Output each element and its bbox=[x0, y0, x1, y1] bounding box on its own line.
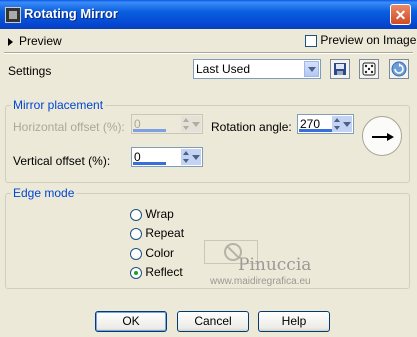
spin-down-icon[interactable] bbox=[181, 157, 191, 165]
window-title: Rotating Mirror bbox=[24, 6, 118, 21]
chevron-down-icon[interactable] bbox=[191, 116, 201, 132]
vertical-offset-label: Vertical offset (%): bbox=[13, 154, 111, 168]
checkbox-box[interactable] bbox=[305, 34, 317, 47]
chevron-down-icon[interactable] bbox=[191, 149, 201, 165]
title-bar: Rotating Mirror ✕ bbox=[0, 0, 417, 29]
edge-option-wrap[interactable]: Wrap bbox=[130, 207, 174, 221]
preview-on-image-label: Preview on Image bbox=[320, 33, 417, 47]
spin-up-icon[interactable] bbox=[332, 116, 342, 124]
chevron-down-icon[interactable] bbox=[342, 116, 352, 132]
spin-up-icon[interactable] bbox=[181, 149, 191, 157]
divider bbox=[4, 52, 413, 54]
chevron-down-icon[interactable] bbox=[304, 61, 319, 77]
edge-option-label: Wrap bbox=[145, 207, 174, 221]
close-button[interactable]: ✕ bbox=[390, 4, 411, 25]
spin-up-icon[interactable] bbox=[181, 116, 191, 124]
edge-option-repeat[interactable]: Repeat bbox=[130, 226, 184, 240]
cancel-button[interactable]: Cancel bbox=[177, 311, 249, 332]
preset-value: Last Used bbox=[196, 62, 251, 76]
reset-button[interactable] bbox=[389, 59, 409, 79]
save-preset-button[interactable] bbox=[330, 59, 350, 79]
rotation-angle-dial[interactable] bbox=[362, 116, 402, 156]
preset-select[interactable]: Last Used bbox=[193, 59, 321, 79]
radio-button[interactable] bbox=[130, 208, 142, 221]
radio-button[interactable] bbox=[130, 247, 142, 260]
save-preset-icon bbox=[334, 63, 346, 75]
mirror-placement-label: Mirror placement bbox=[11, 98, 106, 112]
radio-button[interactable] bbox=[130, 227, 142, 240]
spin-down-icon[interactable] bbox=[181, 124, 191, 132]
value-slider-bar bbox=[299, 129, 332, 132]
spin-buttons[interactable] bbox=[332, 116, 352, 132]
value-slider-bar bbox=[133, 129, 166, 132]
edge-option-label: Reflect bbox=[145, 265, 183, 279]
watermark-url: www.maidiregrafica.eu bbox=[210, 276, 311, 287]
spin-buttons[interactable] bbox=[181, 116, 201, 132]
rotation-angle-field[interactable]: 270 bbox=[297, 114, 354, 134]
rotation-angle-label: Rotation angle: bbox=[211, 120, 292, 134]
randomize-button[interactable] bbox=[359, 59, 379, 79]
value-slider-bar bbox=[133, 162, 166, 165]
radio-button-selected[interactable] bbox=[130, 266, 142, 279]
edge-option-color[interactable]: Color bbox=[130, 246, 174, 260]
horizontal-offset-field[interactable]: 0 bbox=[131, 114, 203, 134]
edge-option-label: Repeat bbox=[145, 226, 185, 240]
arrow-right-icon bbox=[387, 133, 394, 141]
preview-on-image-checkbox[interactable]: Preview on Image bbox=[305, 33, 416, 47]
app-icon bbox=[5, 7, 21, 23]
horizontal-offset-label: Horizontal offset (%): bbox=[13, 120, 125, 134]
preview-toggle-label: Preview bbox=[19, 34, 62, 48]
settings-label: Settings bbox=[8, 64, 52, 78]
randomize-dice-icon bbox=[362, 62, 376, 76]
edge-mode-label: Edge mode bbox=[11, 186, 77, 200]
vertical-offset-field[interactable]: 0 bbox=[131, 147, 203, 167]
spin-down-icon[interactable] bbox=[332, 124, 342, 132]
angle-pointer bbox=[372, 136, 388, 138]
edge-option-label: Color bbox=[145, 246, 175, 260]
reset-default-icon bbox=[391, 61, 407, 77]
watermark-name: Pinuccia bbox=[238, 255, 312, 275]
help-button[interactable]: Help bbox=[258, 311, 330, 332]
edge-option-reflect[interactable]: Reflect bbox=[130, 265, 183, 279]
expand-triangle-icon bbox=[8, 37, 13, 46]
preview-toggle[interactable]: Preview bbox=[8, 34, 62, 48]
spin-buttons[interactable] bbox=[181, 149, 201, 165]
ok-button[interactable]: OK bbox=[95, 311, 167, 332]
